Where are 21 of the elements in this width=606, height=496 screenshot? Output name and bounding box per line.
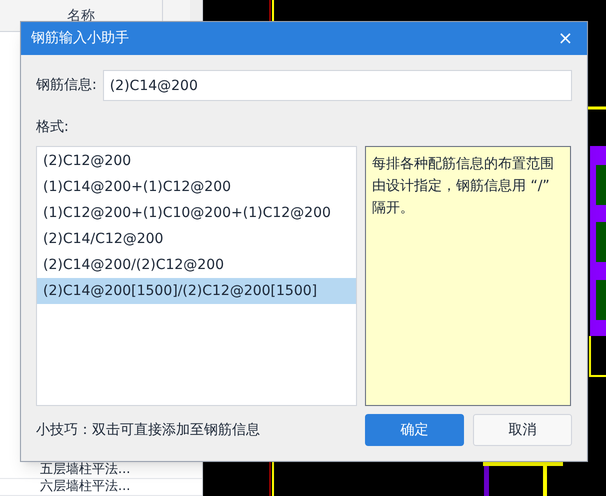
list-item[interactable]: (1)C14@200+(1)C12@200: [37, 174, 356, 200]
rebar-info-field[interactable]: (2)C14@200: [102, 70, 572, 101]
list-item[interactable]: (2)C12@200: [37, 148, 356, 174]
wall-line: [589, 336, 606, 377]
close-button[interactable]: ×: [554, 30, 577, 48]
cancel-button[interactable]: 取消: [473, 414, 572, 446]
format-label: 格式:: [36, 118, 69, 137]
tree-item[interactable]: 六层墙柱平法...: [40, 479, 130, 495]
tip-text: 小技巧：双击可直接添加至钢筋信息: [36, 420, 261, 440]
column-drawing: [484, 466, 489, 496]
list-item[interactable]: (2)C14@200/(2)C12@200: [37, 252, 356, 278]
field-label: 钢筋信息:: [36, 76, 97, 95]
description-box: 每排各种配筋信息的布置范围由设计指定，钢筋信息用 “/” 隔开。: [365, 146, 571, 406]
column-header: 名称: [66, 7, 96, 26]
list-item[interactable]: (1)C12@200+(1)C10@200+(1)C12@200: [37, 200, 356, 226]
tree-item[interactable]: 五层墙柱平法...: [40, 462, 130, 478]
list-item[interactable]: (2)C14/C12@200: [37, 226, 356, 252]
window-title: 钢筋输入小助手: [31, 29, 129, 48]
list-item[interactable]: (2)C14@200[1500]/(2)C12@200[1500]: [37, 278, 356, 304]
ok-button[interactable]: 确定: [365, 414, 464, 446]
wall-line: [588, 106, 606, 110]
